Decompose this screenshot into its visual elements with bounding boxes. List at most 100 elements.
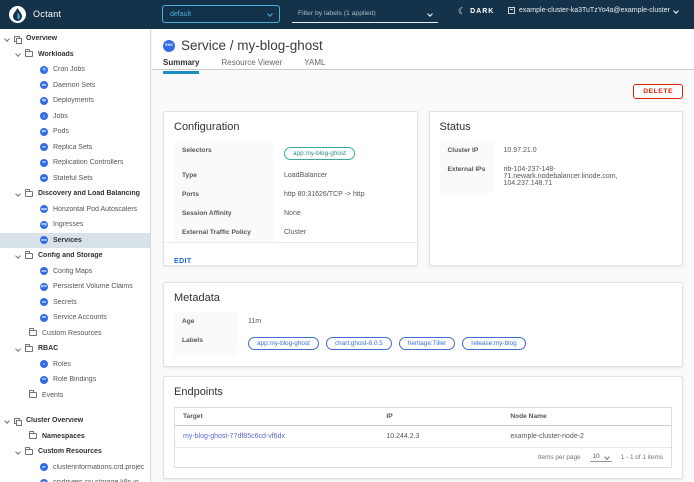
sidebar-item-service-accounts[interactable]: sa Service Accounts (0, 310, 150, 326)
label-badge[interactable]: heritage:Tiller (399, 337, 455, 350)
folder-icon (29, 433, 37, 439)
sidebar-item-config-maps[interactable]: cm Config Maps (0, 264, 150, 280)
external-traffic-policy-label: External Traffic Policy (174, 223, 274, 242)
sidebar-item-overview[interactable]: Overview (0, 31, 150, 47)
sidebar-item-rbac[interactable]: RBAC (0, 341, 150, 357)
folder-icon (29, 330, 37, 336)
chevron-down-icon (15, 253, 21, 259)
deployments-icon: dp (40, 97, 48, 105)
folder-icon (25, 346, 33, 352)
sidebar-item-cron-jobs[interactable]: cj Cron Jobs (0, 62, 150, 78)
sidebar-item-secrets[interactable]: se Secrets (0, 295, 150, 311)
items-per-page-select[interactable]: 10 (590, 453, 612, 462)
sidebar-item-custom-resources[interactable]: Custom Resources (0, 326, 150, 342)
sidebar-item-clusterinformations[interactable]: cr clusterinformations.crd.projec (0, 460, 150, 476)
services-icon: svc (40, 236, 48, 244)
chevron-down-icon (604, 454, 610, 460)
sidebar-item-config-and-storage[interactable]: Config and Storage (0, 248, 150, 264)
sidebar-item-roles[interactable]: r Roles (0, 357, 150, 373)
custom-resource-icon: cr (40, 463, 48, 471)
selector-badge[interactable]: app:my-blog-ghost (284, 147, 355, 160)
sidebar-item-pods[interactable]: po Pods (0, 124, 150, 140)
sidebar-item-cluster-overview[interactable]: Cluster Overview (0, 413, 150, 429)
ports-value: http 80:31626/TCP -> http (274, 185, 407, 204)
folder-icon (25, 253, 33, 259)
stateful-sets-icon: ss (40, 174, 48, 182)
sidebar-item-replica-sets[interactable]: rs Replica Sets (0, 140, 150, 156)
sidebar-item-deployments[interactable]: dp Deployments (0, 93, 150, 109)
metadata-title: Metadata (164, 283, 682, 309)
cluster-context-label: example-cluster-ka3TuTzYo4a@example-clus… (519, 7, 670, 14)
theme-toggle-label: DARK (470, 8, 494, 15)
cron-jobs-icon: cj (40, 66, 48, 74)
chevron-down-icon (267, 11, 273, 17)
objects-icon (14, 36, 20, 42)
cluster-ip-value: 10.97.21.0 (494, 141, 673, 160)
folder-icon (25, 51, 33, 57)
external-ips-value: nb-104-237-148-71.newark.nodebalancer.li… (494, 160, 673, 193)
namespace-select[interactable]: default (162, 5, 280, 23)
endpoints-title: Endpoints (164, 377, 682, 403)
metadata-card: Metadata Age 11m Labels app:my-blog-ghos… (163, 282, 683, 367)
labels-label: Labels (174, 331, 238, 356)
column-header-node-name: Node Name (502, 408, 671, 426)
pods-icon: po (40, 128, 48, 136)
edit-link[interactable]: EDIT (174, 258, 192, 265)
items-per-page-label: Items per page (538, 454, 581, 461)
label-badge[interactable]: app:my-blog-ghost (248, 337, 319, 350)
sidebar-item-cluster-custom-resources[interactable]: Custom Resources (0, 444, 150, 460)
sidebar-item-replication-controllers[interactable]: rc Replication Controllers (0, 155, 150, 171)
chevron-down-icon (4, 418, 10, 424)
sidebar-item-stateful-sets[interactable]: ss Stateful Sets (0, 171, 150, 187)
sidebar-item-daemon-sets[interactable]: ds Daemon Sets (0, 78, 150, 94)
cluster-icon (508, 7, 515, 14)
external-ips-label: External IPs (440, 160, 494, 193)
moon-icon: ☾ (458, 7, 466, 16)
label-badge[interactable]: chart:ghost-8.0.5 (326, 337, 392, 350)
endpoints-table-header: Target IP Node Name (175, 408, 671, 426)
sidebar-item-horizontal-pod-autoscalers[interactable]: hpa Horizontal Pod Autoscalers (0, 202, 150, 218)
sidebar-item-persistent-volume-claims[interactable]: pvc Persistent Volume Claims (0, 279, 150, 295)
cluster-context-selector[interactable]: example-cluster-ka3TuTzYo4a@example-clus… (508, 7, 678, 14)
age-label: Age (174, 312, 238, 331)
label-filter-input[interactable]: Filter by labels (1 applied) (292, 5, 438, 23)
top-bar: Octant default Filter by labels (1 appli… (0, 0, 694, 29)
summary-content: DELETE Configuration Selectors app:my-bl… (152, 70, 694, 482)
page-header: svc Service / my-blog-ghost Summary Reso… (152, 29, 694, 70)
sidebar-item-workloads[interactable]: Workloads (0, 47, 150, 63)
sidebar-section-gap (0, 403, 150, 413)
configuration-title: Configuration (164, 112, 417, 138)
sidebar-item-discovery-and-load-balancing[interactable]: Discovery and Load Balancing (0, 186, 150, 202)
endpoints-table: Target IP Node Name my-blog-ghost-77df85… (174, 407, 672, 468)
folder-icon (29, 392, 37, 398)
octant-logo-icon (9, 6, 26, 23)
sidebar-item-services[interactable]: svc Services (0, 233, 150, 249)
endpoint-ip-value: 10.244.2.3 (378, 426, 502, 448)
app-title: Octant (33, 9, 61, 19)
sidebar-item-namespaces[interactable]: Namespaces (0, 429, 150, 445)
sidebar-item-jobs[interactable]: j Jobs (0, 109, 150, 125)
chevron-down-icon (427, 11, 433, 17)
replication-controllers-icon: rc (40, 159, 48, 167)
page-title: svc Service / my-blog-ghost (163, 38, 694, 53)
service-icon: svc (163, 40, 175, 52)
sidebar-item-csidrivers[interactable]: cr csidrivers.csi.storage.k8s.io (0, 475, 150, 482)
endpoints-card: Endpoints Target IP Node Name my-blog-gh… (163, 376, 683, 479)
endpoint-node-name-value: example-cluster-node-2 (502, 426, 671, 448)
age-value: 11m (238, 312, 672, 331)
sidebar-item-role-bindings[interactable]: rb Role Bindings (0, 372, 150, 388)
octant-app: Octant default Filter by labels (1 appli… (0, 0, 694, 482)
pvc-icon: pvc (40, 283, 48, 291)
endpoint-target-link[interactable]: my-blog-ghost-77df85c6cd-vf6dx (183, 433, 285, 440)
theme-toggle[interactable]: ☾ DARK (458, 7, 494, 16)
sidebar-item-ingresses[interactable]: ing Ingresses (0, 217, 150, 233)
external-traffic-policy-value: Cluster (274, 223, 407, 242)
session-affinity-value: None (274, 204, 407, 223)
roles-icon: r (40, 360, 48, 368)
delete-button[interactable]: DELETE (633, 84, 683, 99)
label-badge[interactable]: release:my-blog (462, 337, 525, 350)
cluster-ip-label: Cluster IP (440, 141, 494, 160)
chevron-down-icon (673, 8, 679, 14)
secrets-icon: se (40, 298, 48, 306)
sidebar-item-events[interactable]: Events (0, 388, 150, 404)
